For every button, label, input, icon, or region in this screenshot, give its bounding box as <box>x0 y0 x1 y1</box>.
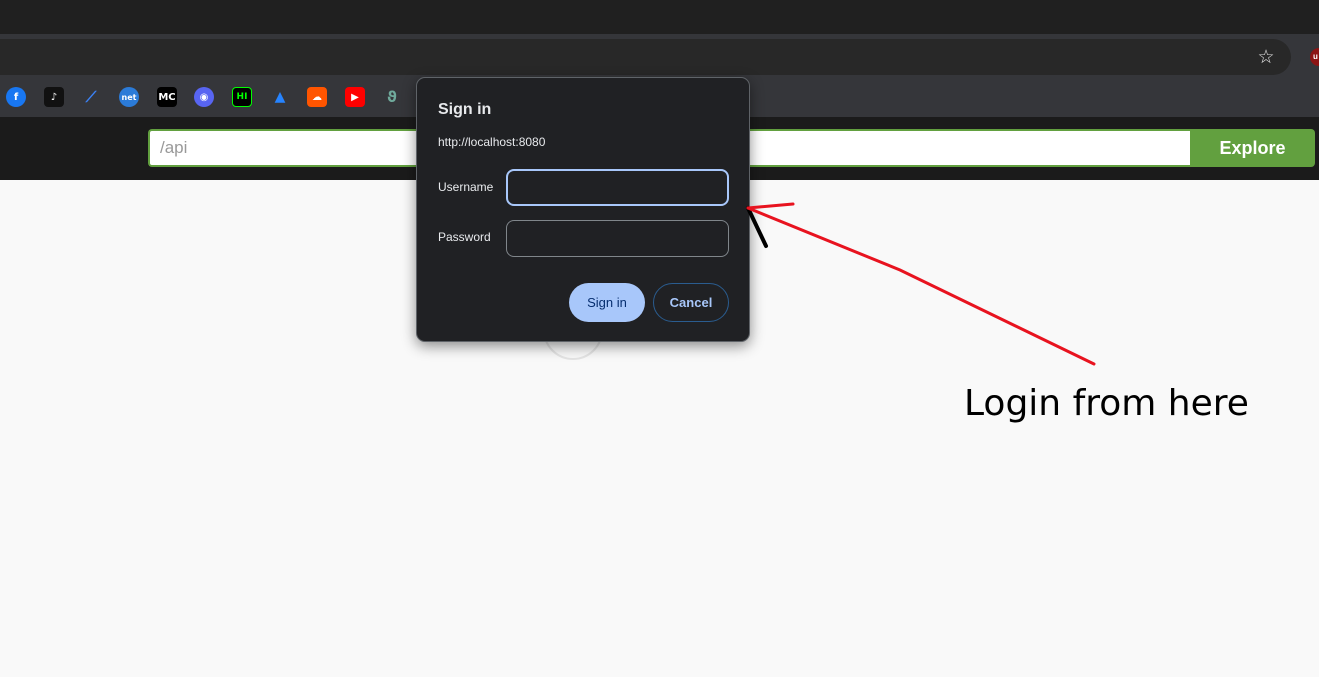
arrow-line-red <box>746 206 1096 366</box>
annotation-text: Login from here <box>964 383 1249 424</box>
arrow-head-red <box>746 202 795 210</box>
annotation-overlay <box>746 202 1096 366</box>
